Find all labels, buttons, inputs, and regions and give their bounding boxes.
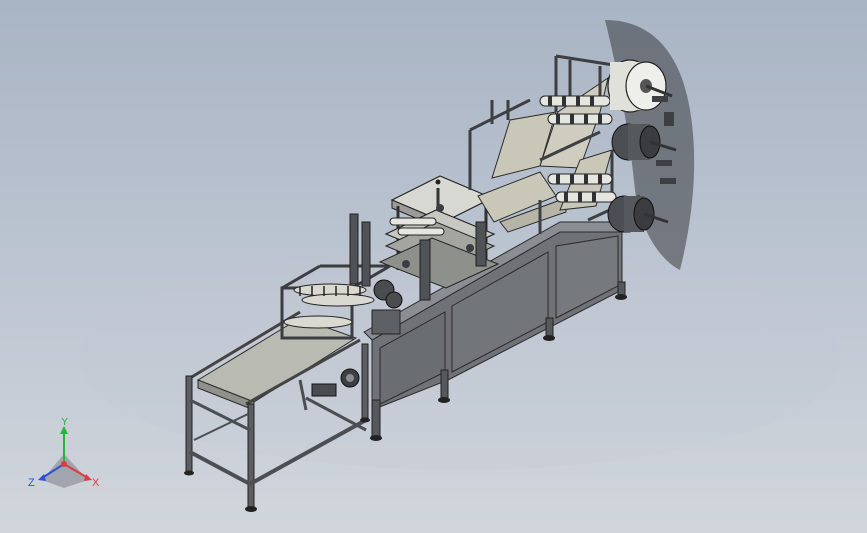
orientation-triad[interactable]: Y X Z: [24, 416, 104, 498]
x-axis-arrow-icon: [84, 474, 92, 481]
cad-viewport[interactable]: Y X Z: [0, 0, 867, 533]
z-axis-label: Z: [28, 477, 35, 489]
machine-3d-model[interactable]: [0, 0, 867, 533]
x-axis-label: X: [92, 477, 100, 489]
y-axis-label: Y: [61, 418, 69, 428]
triad-origin: [61, 461, 67, 467]
